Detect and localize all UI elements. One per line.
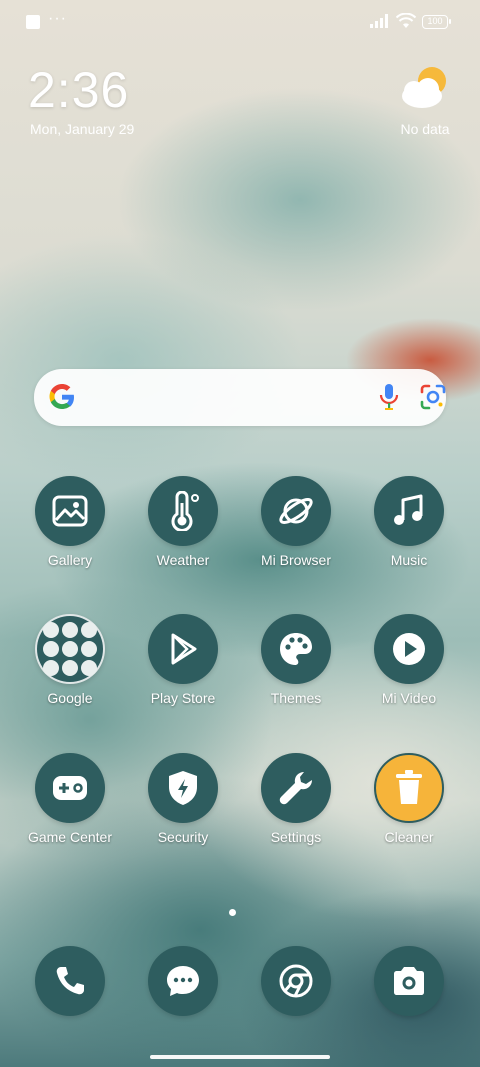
thermometer-icon — [148, 476, 218, 546]
app-music[interactable]: Music — [359, 476, 459, 576]
app-label: Google — [47, 690, 93, 706]
planet-icon — [261, 476, 331, 546]
phone-icon — [35, 946, 105, 1016]
app-cleaner[interactable]: Cleaner — [359, 753, 459, 853]
battery-level: 100 — [427, 16, 443, 26]
dock-phone[interactable] — [20, 946, 120, 1046]
dock-chrome[interactable] — [246, 946, 346, 1046]
app-label: Weather — [156, 552, 210, 568]
app-game-center[interactable]: Game Center — [20, 753, 120, 853]
app-label: Game Center — [27, 829, 113, 845]
play-circle-icon — [374, 614, 444, 684]
shield-icon — [148, 753, 218, 823]
chrome-icon — [261, 946, 331, 1016]
app-label: Cleaner — [384, 829, 434, 845]
app-mi-video[interactable]: Mi Video — [359, 614, 459, 714]
square-icon — [26, 15, 40, 29]
wrench-icon — [261, 753, 331, 823]
music-note-icon — [374, 476, 444, 546]
page-indicator[interactable] — [229, 909, 236, 916]
more-dots-icon: ··· — [48, 10, 67, 27]
gamepad-icon — [35, 753, 105, 823]
app-label: Themes — [270, 690, 322, 706]
app-mi-browser[interactable]: Mi Browser — [246, 476, 346, 576]
app-label: Gallery — [47, 552, 93, 568]
dock-camera[interactable] — [359, 946, 459, 1046]
clock-date[interactable]: Mon, January 29 — [30, 121, 134, 137]
clock-time[interactable]: 2:36 — [28, 62, 129, 118]
app-weather[interactable]: Weather — [133, 476, 233, 576]
google-g-icon — [49, 384, 74, 409]
dock-messaging[interactable] — [133, 946, 233, 1046]
messaging-icon — [148, 946, 218, 1016]
app-play-store[interactable]: Play Store — [133, 614, 233, 714]
status-bar: ··· 100 — [0, 0, 480, 44]
app-security[interactable]: Security — [133, 753, 233, 853]
partly-cloudy-icon[interactable] — [398, 66, 452, 112]
microphone-icon[interactable] — [378, 383, 400, 411]
gallery-icon — [35, 476, 105, 546]
signal-icon — [370, 14, 388, 28]
google-search-bar[interactable] — [34, 369, 446, 426]
palette-icon — [261, 614, 331, 684]
app-gallery[interactable]: Gallery — [20, 476, 120, 576]
play-store-icon — [148, 614, 218, 684]
app-settings[interactable]: Settings — [246, 753, 346, 853]
app-label: Music — [390, 552, 428, 568]
app-google-folder[interactable]: Google — [20, 614, 120, 714]
folder-icon — [35, 614, 105, 684]
camera-icon — [374, 946, 444, 1016]
battery-icon: 100 — [422, 15, 451, 29]
wifi-icon — [396, 13, 416, 28]
google-lens-icon[interactable] — [420, 384, 446, 410]
app-themes[interactable]: Themes — [246, 614, 346, 714]
weather-status[interactable]: No data — [378, 121, 472, 137]
trash-icon — [374, 753, 444, 823]
app-label: Play Store — [150, 690, 216, 706]
app-label: Settings — [270, 829, 322, 845]
app-label: Mi Video — [381, 690, 437, 706]
home-gesture-bar[interactable] — [150, 1055, 330, 1059]
app-label: Security — [157, 829, 209, 845]
app-label: Mi Browser — [260, 552, 331, 568]
